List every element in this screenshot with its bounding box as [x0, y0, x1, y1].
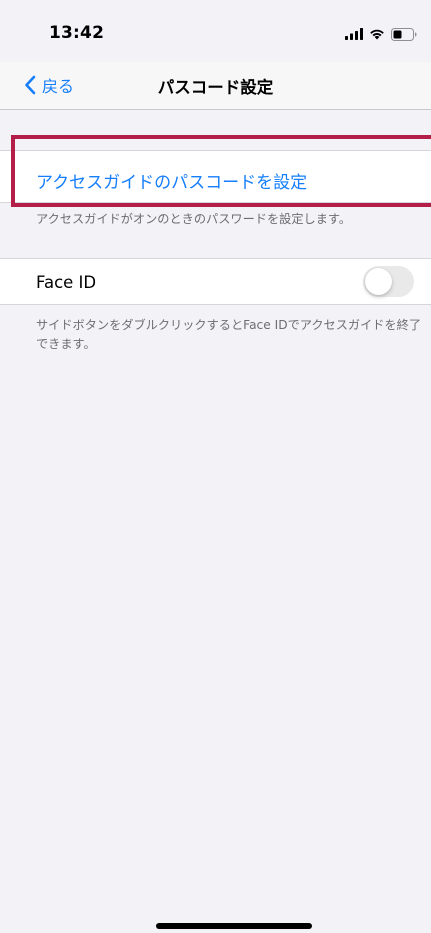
- page-title: パスコード設定: [157, 78, 274, 97]
- screen: 13:42 戻る パスコード設定 アクセスガイドのパスコードを設定 アクセスガイ…: [0, 0, 431, 933]
- navigation-bar: 戻る パスコード設定: [0, 62, 431, 110]
- cellular-signal-icon: [345, 28, 363, 40]
- passcode-section: アクセスガイドのパスコードを設定: [0, 150, 431, 203]
- face-id-toggle[interactable]: [363, 266, 414, 297]
- home-indicator[interactable]: [156, 923, 312, 929]
- status-time: 13:42: [49, 23, 105, 43]
- face-id-label: Face ID: [36, 273, 97, 292]
- battery-icon: [391, 27, 417, 41]
- toggle-knob: [365, 268, 392, 295]
- status-icons: [345, 27, 417, 41]
- face-id-section: Face ID: [0, 258, 431, 305]
- wifi-icon: [370, 29, 384, 40]
- passcode-footnote: アクセスガイドがオンのときのパスワードを設定します。: [36, 212, 352, 226]
- set-passcode-button[interactable]: アクセスガイドのパスコードを設定: [36, 168, 307, 193]
- face-id-footnote: サイドボタンをダブルクリックするとFace IDでアクセスガイドを終了できます。: [36, 318, 422, 351]
- status-bar: 13:42: [0, 0, 431, 70]
